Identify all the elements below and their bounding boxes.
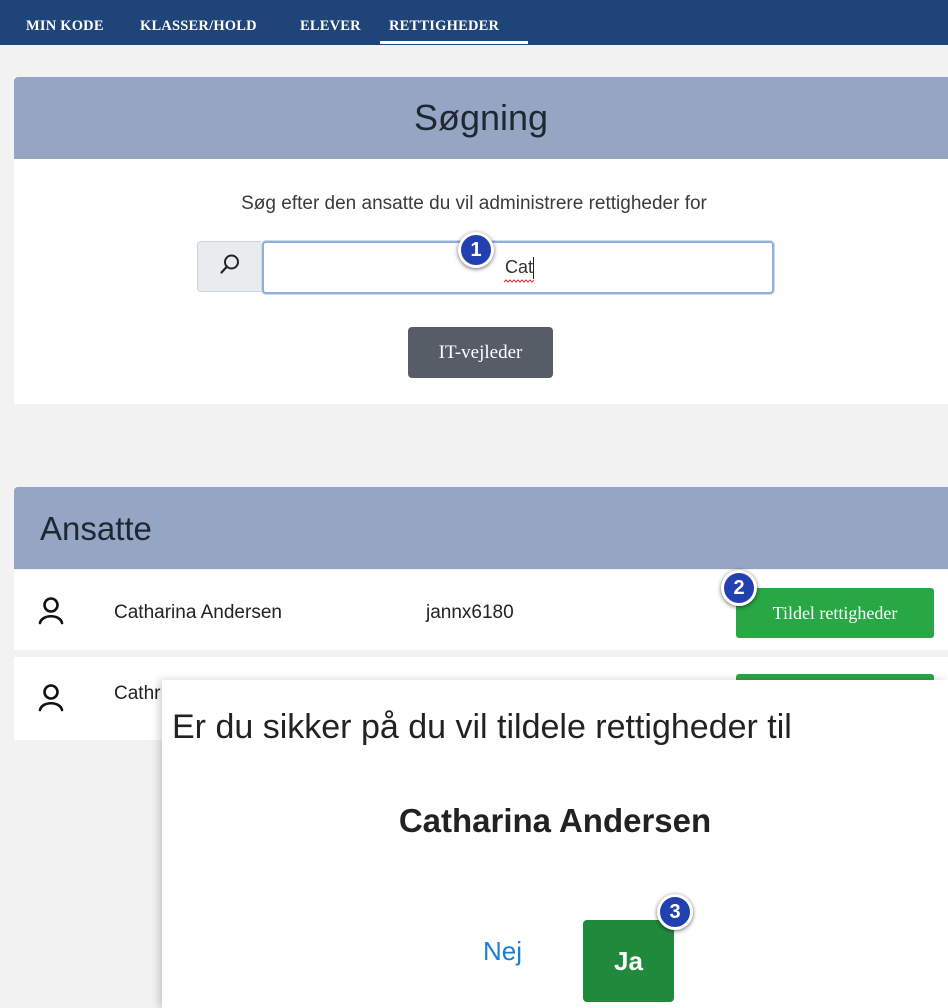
search-panel-header: Søgning bbox=[14, 77, 948, 159]
employees-panel-header bbox=[14, 487, 948, 569]
grant-rights-button[interactable]: Tildel rettigheder bbox=[736, 588, 934, 638]
no-button[interactable]: Nej bbox=[483, 936, 522, 967]
nav-item-rettigheder[interactable]: RETTIGHEDER bbox=[389, 18, 499, 35]
text-caret bbox=[533, 257, 534, 279]
it-vejleder-button[interactable]: IT-vejleder bbox=[408, 327, 553, 378]
employee-name: Catharina Andersen bbox=[114, 602, 282, 623]
nav-item-min-kode[interactable]: MIN KODE bbox=[26, 18, 104, 35]
active-nav-indicator bbox=[380, 41, 528, 44]
confirm-dialog: Er du sikker på du vil tildele rettighed… bbox=[162, 680, 948, 1008]
search-addon bbox=[197, 241, 261, 292]
user-icon bbox=[36, 682, 66, 712]
step-badge-2: 2 bbox=[721, 570, 757, 606]
search-icon bbox=[219, 253, 241, 280]
employees-title: Ansatte bbox=[40, 510, 152, 547]
search-description: Søg efter den ansatte du vil administrer… bbox=[241, 193, 707, 214]
top-navigation: MIN KODE KLASSER/HOLD ELEVER RETTIGHEDER bbox=[0, 0, 948, 45]
employee-username: jannx6180 bbox=[426, 602, 514, 623]
search-title: Søgning bbox=[413, 97, 549, 138]
yes-button[interactable]: Ja bbox=[583, 920, 674, 1002]
employee-row: Catharina Andersen jannx6180 Tildel rett… bbox=[14, 570, 948, 650]
employee-name: Cathr bbox=[114, 683, 161, 704]
step-badge-3: 3 bbox=[657, 894, 693, 930]
user-icon bbox=[36, 595, 66, 625]
dialog-question: Er du sikker på du vil tildele rettighed… bbox=[172, 708, 792, 746]
nav-item-elever[interactable]: ELEVER bbox=[300, 18, 361, 35]
search-input[interactable] bbox=[262, 241, 774, 294]
nav-item-klasser-hold[interactable]: KLASSER/HOLD bbox=[140, 18, 257, 35]
dialog-employee-name: Catharina Andersen bbox=[398, 802, 712, 839]
step-badge-1: 1 bbox=[458, 232, 494, 268]
spellcheck-underline bbox=[504, 279, 534, 283]
